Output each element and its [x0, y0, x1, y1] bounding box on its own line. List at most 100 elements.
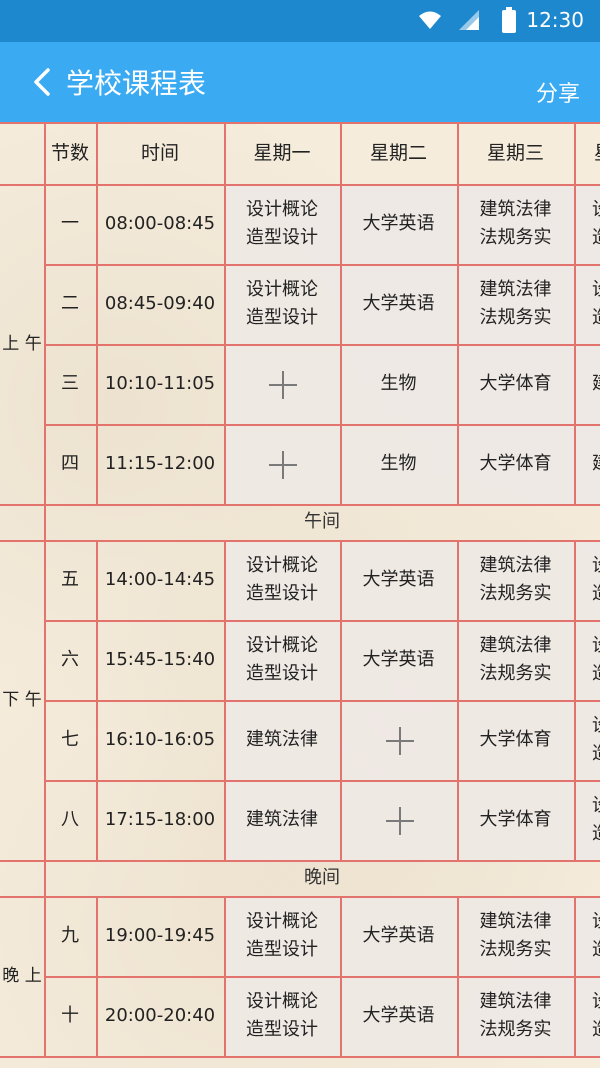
add-course-plus-icon[interactable] [385, 807, 414, 835]
period-time: 10:10-11:05 [104, 373, 216, 394]
course-cell-wed[interactable]: 大学体育 [457, 700, 574, 780]
course-cell-tue[interactable]: 大学英语 [340, 540, 457, 620]
schedule-table: 节数时间星期一星期二星期三星一08:00-08:45设计概论 造型设计大学英语建… [0, 122, 600, 1068]
course-cell-thu-partial[interactable]: 设 造 [574, 700, 600, 780]
break-label: 晚间 [304, 867, 340, 888]
add-course-plus-icon[interactable] [385, 727, 414, 755]
wifi-icon [419, 11, 441, 29]
course-cell-tue[interactable]: 大学英语 [340, 976, 457, 1056]
app-bar: 学校课程表 分享 [0, 42, 600, 122]
course-cell-mon[interactable]: 建筑法律 [224, 700, 340, 780]
period-time: 15:45-15:40 [104, 649, 216, 670]
grid-line-v [340, 896, 342, 1056]
period-time: 20:00-20:40 [104, 1005, 216, 1026]
course-cell-thu-partial[interactable]: 设 造 [574, 896, 600, 976]
period-time: 19:00-19:45 [104, 925, 216, 946]
grid-line-h [44, 264, 600, 266]
course-cell-mon[interactable]: 建筑法律 [224, 780, 340, 860]
course-cell-wed[interactable]: 大学体育 [457, 344, 574, 424]
grid-line-v [96, 540, 98, 860]
grid-line-h [44, 344, 600, 346]
course-cell-tue[interactable]: 大学英语 [340, 896, 457, 976]
period-number: 七 [61, 729, 79, 750]
period-number: 九 [61, 925, 79, 946]
grid-line-h [0, 184, 600, 186]
course-cell-mon[interactable]: 设计概论 造型设计 [224, 264, 340, 344]
period-number: 二 [61, 293, 79, 314]
grid-line-h [44, 700, 600, 702]
grid-line-v [574, 896, 576, 1056]
course-cell-thu-partial[interactable]: 建 [574, 424, 600, 504]
grid-line-v [457, 540, 459, 860]
grid-line-v [96, 122, 98, 504]
course-cell-wed[interactable]: 建筑法律 法规务实 [457, 620, 574, 700]
course-cell-wed[interactable]: 建筑法律 法规务实 [457, 264, 574, 344]
course-cell-tue[interactable]: 生物 [340, 424, 457, 504]
chevron-left-icon[interactable] [28, 64, 64, 100]
course-cell-wed[interactable]: 大学体育 [457, 780, 574, 860]
course-cell-wed[interactable]: 建筑法律 法规务实 [457, 540, 574, 620]
course-cell-tue[interactable]: 生物 [340, 344, 457, 424]
period-number: 八 [61, 809, 79, 830]
course-cell-thu-partial[interactable]: 设 造 [574, 780, 600, 860]
break-label: 午间 [304, 511, 340, 532]
grid-line-v [44, 122, 46, 1056]
course-cell-mon[interactable]: 设计概论 造型设计 [224, 540, 340, 620]
course-cell-thu-partial[interactable]: 设 造 [574, 184, 600, 264]
course-cell-tue[interactable]: 大学英语 [340, 184, 457, 264]
course-cell-thu-partial[interactable]: 设 造 [574, 264, 600, 344]
period-number: 六 [61, 649, 79, 670]
period-time: 17:15-18:00 [104, 809, 216, 830]
header-wed: 星期三 [486, 142, 544, 164]
course-cell-thu-partial[interactable]: 设 造 [574, 976, 600, 1056]
grid-line-v [340, 540, 342, 860]
course-cell-mon[interactable]: 设计概论 造型设计 [224, 184, 340, 264]
grid-line-v [96, 896, 98, 1056]
course-cell-thu-partial[interactable]: 设 造 [574, 540, 600, 620]
course-cell-wed[interactable]: 建筑法律 法规务实 [457, 976, 574, 1056]
course-cell-tue[interactable]: 大学英语 [340, 264, 457, 344]
course-cell-mon[interactable]: 设计概论 造型设计 [224, 620, 340, 700]
grid-line-h [44, 976, 600, 978]
grid-line-v [574, 122, 576, 504]
battery-icon [502, 7, 516, 33]
grid-line-v [340, 122, 342, 504]
grid-line-v [224, 896, 226, 1056]
course-cell-mon[interactable]: 设计概论 造型设计 [224, 976, 340, 1056]
period-label-evening: 晚 上 [2, 966, 42, 986]
period-number: 三 [61, 373, 79, 394]
header-mon: 星期一 [253, 142, 311, 164]
grid-line-h [0, 896, 600, 898]
add-course-plus-icon[interactable] [269, 371, 297, 399]
share-button[interactable]: 分享 [536, 76, 580, 108]
status-bar: 12:30 [0, 0, 600, 42]
course-cell-thu-partial[interactable]: 建 [574, 344, 600, 424]
grid-line-h [44, 620, 600, 622]
grid-line-h [0, 122, 600, 124]
signal-icon [459, 10, 479, 30]
status-time: 12:30 [526, 8, 584, 32]
header-tue: 星期二 [369, 142, 427, 164]
grid-line-h [44, 424, 600, 426]
period-time: 11:15-12:00 [104, 453, 216, 474]
course-cell-thu-partial[interactable]: 设 造 [574, 620, 600, 700]
header-time: 时间 [140, 142, 179, 164]
course-cell-wed[interactable]: 建筑法律 法规务实 [457, 896, 574, 976]
add-course-plus-icon[interactable] [269, 451, 297, 479]
grid-line-h [0, 1056, 600, 1058]
period-time: 16:10-16:05 [104, 729, 216, 750]
grid-line-h [0, 540, 600, 542]
period-number: 十 [61, 1005, 79, 1026]
period-time: 08:45-09:40 [104, 293, 216, 314]
grid-line-h [0, 504, 600, 506]
period-time: 14:00-14:45 [104, 569, 216, 590]
course-cell-tue[interactable]: 大学英语 [340, 620, 457, 700]
period-label-morning: 上 午 [2, 334, 42, 354]
course-cell-wed[interactable]: 建筑法律 法规务实 [457, 184, 574, 264]
page-title: 学校课程表 [66, 67, 207, 100]
grid-line-v [224, 122, 226, 504]
period-number: 四 [61, 453, 79, 474]
course-cell-wed[interactable]: 大学体育 [457, 424, 574, 504]
period-time: 08:00-08:45 [104, 213, 216, 234]
course-cell-mon[interactable]: 设计概论 造型设计 [224, 896, 340, 976]
